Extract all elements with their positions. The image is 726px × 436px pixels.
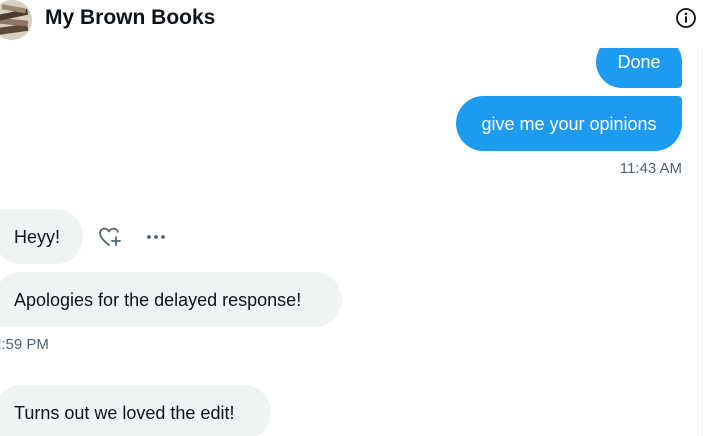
heart-plus-icon xyxy=(99,227,121,246)
message-text: Done xyxy=(617,52,661,72)
sent-timestamp: 11:43 AM xyxy=(619,160,682,177)
dm-conversation: My Brown Books Done give me your opinion… xyxy=(0,0,726,436)
received-message-bubble[interactable]: Apologies for the delayed response! xyxy=(0,272,342,327)
received-message-bubble[interactable]: Turns out we loved the edit! xyxy=(0,385,271,436)
conversation-title: My Brown Books xyxy=(45,6,216,29)
received-timestamp: 2:59 PM xyxy=(0,336,49,353)
react-button[interactable] xyxy=(97,224,123,250)
message-text: Apologies for the delayed response! xyxy=(14,289,302,310)
conversation-header: My Brown Books xyxy=(0,0,726,48)
info-icon xyxy=(676,8,696,28)
avatar[interactable] xyxy=(0,0,32,40)
conversation-info-button[interactable] xyxy=(671,3,701,33)
received-message-bubble[interactable]: Heyy! xyxy=(0,209,83,264)
sent-message-bubble[interactable]: give me your opinions xyxy=(456,96,682,151)
book-stack-avatar-icon xyxy=(0,0,32,40)
scrollbar-track[interactable] xyxy=(702,48,726,436)
message-text: Turns out we loved the edit! xyxy=(14,402,235,423)
message-text: Heyy! xyxy=(14,226,61,247)
more-options-button[interactable] xyxy=(143,224,169,250)
more-horizontal-icon xyxy=(147,235,165,239)
message-text: give me your opinions xyxy=(481,113,657,134)
